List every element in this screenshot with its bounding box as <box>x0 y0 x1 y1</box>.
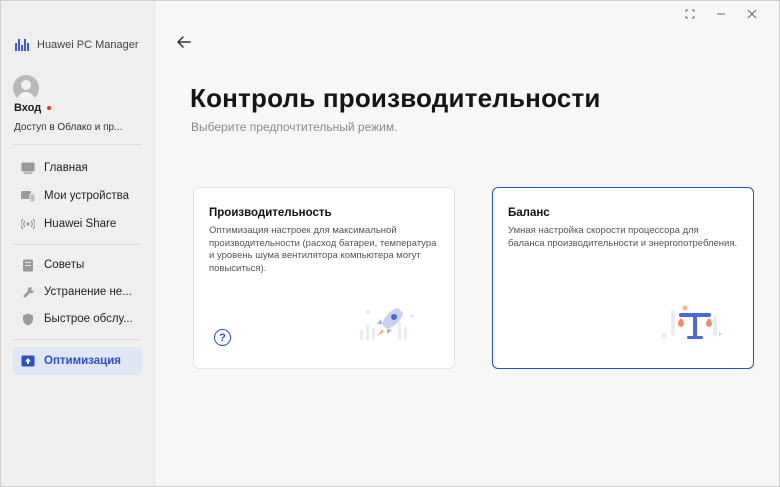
tips-icon <box>21 258 35 272</box>
scales-icon <box>655 296 735 356</box>
mode-card-performance[interactable]: Производительность Оптимизация настроек … <box>193 187 455 369</box>
compact-mode-button[interactable] <box>683 7 697 21</box>
sidebar-divider <box>13 244 141 245</box>
rocket-icon <box>354 300 424 355</box>
sidebar-item-service[interactable]: Быстрое обслу... <box>13 306 142 332</box>
sidebar-item-tips[interactable]: Советы <box>13 252 142 278</box>
page-title: Контроль производительности <box>190 83 601 113</box>
sidebar-item-label: Мои устройства <box>44 190 129 202</box>
page-subtitle: Выберите предпочтительный режим. <box>191 120 398 134</box>
login-label: Вход <box>14 102 42 114</box>
sidebar-item-home[interactable]: Главная <box>13 155 142 181</box>
home-icon <box>21 161 35 175</box>
login-link[interactable]: Вход <box>14 102 52 114</box>
close-button[interactable] <box>745 7 759 21</box>
wrench-icon <box>21 285 35 299</box>
avatar[interactable] <box>13 75 39 101</box>
mode-description: Умная настройка скорости процессора для … <box>508 225 738 249</box>
sidebar-divider <box>13 144 141 145</box>
sidebar-divider <box>13 339 141 340</box>
mode-description: Оптимизация настроек для максимальной пр… <box>209 225 437 274</box>
sidebar-item-label: Устранение не... <box>44 286 132 298</box>
sidebar-item-label: Оптимизация <box>44 355 121 367</box>
optimize-icon <box>21 354 35 368</box>
devices-icon <box>21 189 35 203</box>
huawei-logo-icon <box>15 39 29 51</box>
brand: Huawei PC Manager <box>15 39 139 51</box>
sidebar-item-label: Главная <box>44 162 88 174</box>
back-arrow-icon[interactable] <box>175 33 193 51</box>
sidebar-item-label: Huawei Share <box>44 218 117 230</box>
minimize-button[interactable] <box>714 7 728 21</box>
sidebar-item-troubleshoot[interactable]: Устранение не... <box>13 279 142 305</box>
mode-title: Производительность <box>209 207 332 219</box>
share-icon <box>21 217 35 231</box>
help-icon[interactable]: ? <box>214 329 231 346</box>
shield-icon <box>21 312 35 326</box>
sidebar: Huawei PC Manager Вход Доступ в Облако и… <box>1 1 155 486</box>
mode-card-balance[interactable]: Баланс Умная настройка скорости процессо… <box>492 187 754 369</box>
sidebar-item-label: Советы <box>44 259 85 271</box>
sidebar-item-devices[interactable]: Мои устройства <box>13 183 142 209</box>
sidebar-item-optimize[interactable]: Оптимизация <box>13 347 142 375</box>
mode-title: Баланс <box>508 207 550 219</box>
cloud-access-text[interactable]: Доступ в Облако и пр... <box>14 122 122 133</box>
app-name: Huawei PC Manager <box>37 39 139 51</box>
app-window: Huawei PC Manager Вход Доступ в Облако и… <box>0 0 780 487</box>
notification-dot <box>47 106 52 110</box>
sidebar-item-share[interactable]: Huawei Share <box>13 211 142 237</box>
sidebar-item-label: Быстрое обслу... <box>44 313 133 325</box>
